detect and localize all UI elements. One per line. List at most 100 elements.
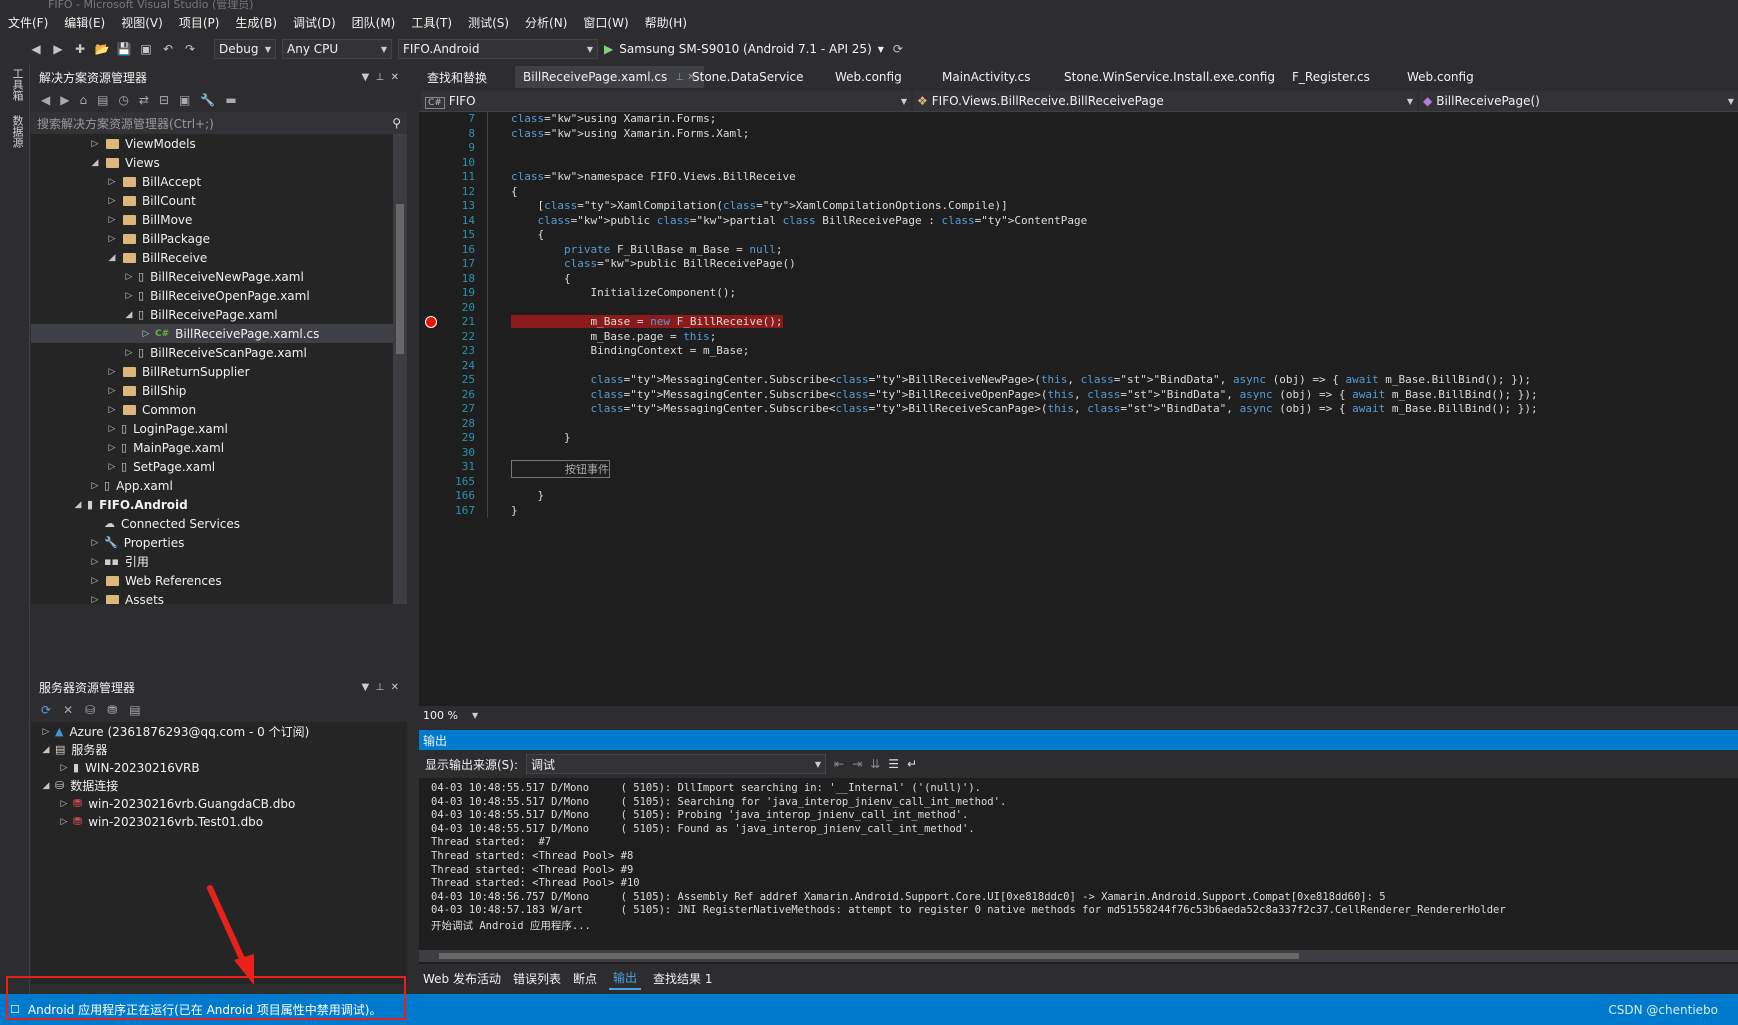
azure-connect-icon[interactable]: ▤ — [129, 703, 140, 717]
word-wrap-icon[interactable]: ↵ — [907, 757, 917, 771]
expanded-icon[interactable]: ◢ — [88, 158, 102, 168]
expanded-icon[interactable]: ◢ — [39, 781, 53, 791]
dropdown-icon[interactable]: ▼ — [361, 682, 369, 693]
tree-item[interactable]: ◢ ▯ BillReceivePage.xaml — [122, 305, 278, 324]
show-all-files-icon[interactable]: ▣ — [179, 93, 190, 107]
expanded-icon[interactable]: ◢ — [71, 500, 85, 510]
collapsed-icon[interactable]: ▷ — [88, 576, 102, 586]
output-hscrollbar[interactable] — [419, 950, 1738, 962]
menu-item[interactable]: 分析(N) — [525, 14, 567, 31]
tree-item[interactable]: ▷ ▪▪ 引用 — [88, 552, 149, 571]
go-to-next-icon[interactable]: ⇥ — [852, 757, 862, 771]
tree-item[interactable]: ☁ Connected Services — [88, 514, 240, 533]
solution-scrollbar[interactable] — [393, 134, 407, 604]
tree-item[interactable]: ◢ BillReceive — [105, 248, 208, 267]
collapse-all-icon[interactable]: ⊟ — [159, 93, 169, 107]
class-nav-dropdown[interactable]: ❖ FIFO.Views.BillReceive.BillReceivePage ▼ — [913, 91, 1417, 111]
tree-item[interactable]: ◢ Views — [88, 153, 160, 172]
tree-item[interactable]: ▷ BillReturnSupplier — [105, 362, 250, 381]
redo-icon[interactable]: ↷ — [182, 41, 198, 57]
tree-item[interactable]: ▷ BillShip — [105, 381, 187, 400]
document-tab[interactable]: Stone.DataService — [684, 66, 811, 88]
document-tab[interactable]: F_Register.cs — [1284, 66, 1378, 88]
tree-item[interactable]: ◢ ▮ FIFO.Android — [71, 495, 188, 514]
menu-item[interactable]: 视图(V) — [121, 14, 163, 31]
server-tree-item[interactable]: ◢ ▤ 服务器 — [39, 740, 108, 759]
tree-item[interactable]: ▷ Common — [105, 400, 197, 419]
server-tree-item[interactable]: ▷ ▮ WIN-20230216VRB — [57, 758, 200, 777]
dropdown-icon[interactable]: ▼ — [361, 72, 369, 83]
refresh-icon[interactable]: ⟳ — [890, 41, 906, 57]
bottom-tab[interactable]: Web 发布活动 — [423, 970, 501, 987]
collapsed-icon[interactable]: ▷ — [88, 481, 102, 491]
tree-item[interactable]: ▷ BillMove — [105, 210, 193, 229]
start-debug-icon[interactable]: ▶ — [604, 42, 613, 56]
menu-item[interactable]: 窗口(W) — [583, 14, 628, 31]
collapsed-icon[interactable]: ▷ — [88, 538, 102, 548]
project-nav-dropdown[interactable]: C# FIFO ▼ — [421, 91, 911, 111]
zoom-level[interactable]: 100 % — [423, 709, 458, 722]
switch-view-icon[interactable]: ▤ — [97, 93, 108, 107]
datasources-tab[interactable]: 数据源 — [9, 115, 25, 148]
pin-icon[interactable]: ⊥ — [376, 682, 385, 693]
close-icon[interactable]: ✕ — [391, 72, 399, 83]
code-editor[interactable]: 7 class="kw">using Xamarin.Forms; 8 class="… — [419, 112, 1738, 706]
document-tab[interactable]: MainActivity.cs — [934, 66, 1038, 88]
collapsed-icon[interactable]: ▷ — [105, 462, 119, 472]
go-to-previous-icon[interactable]: ⇤ — [834, 757, 844, 771]
collapsed-icon[interactable]: ▷ — [105, 443, 119, 453]
document-tab[interactable]: Web.config — [1399, 66, 1482, 88]
menu-item[interactable]: 文件(F) — [8, 14, 48, 31]
document-tab[interactable]: Stone.WinService.Install.exe.config — [1056, 66, 1283, 88]
tree-item[interactable]: ▷ Assets — [88, 590, 164, 604]
save-all-icon[interactable]: ▣ — [138, 41, 154, 57]
collapsed-icon[interactable]: ▷ — [122, 272, 136, 282]
server-tree-item[interactable]: ▷ ⛃ win-20230216vrb.GuangdaCB.dbo — [57, 794, 296, 813]
collapsed-icon[interactable]: ▷ — [105, 234, 119, 244]
tree-item[interactable]: ▷ 🔧 Properties — [88, 533, 185, 552]
collapsed-icon[interactable]: ▷ — [105, 367, 119, 377]
connect-server-icon[interactable]: ⛃ — [107, 703, 117, 717]
config-dropdown[interactable]: Debug ▼ — [214, 39, 276, 59]
collapsed-icon[interactable]: ▷ — [105, 405, 119, 415]
preview-icon[interactable]: ▬ — [225, 93, 236, 107]
connect-db-icon[interactable]: ⛁ — [85, 703, 95, 717]
menu-item[interactable]: 编辑(E) — [64, 14, 105, 31]
document-tab[interactable]: BillReceivePage.xaml.cs ⊥ ✕ — [515, 66, 704, 88]
clear-all-icon[interactable]: ☰ — [888, 757, 899, 771]
tree-item[interactable]: ▷ BillAccept — [105, 172, 202, 191]
output-source-dropdown[interactable]: 调试 ▼ — [526, 754, 827, 774]
menu-item[interactable]: 项目(P) — [179, 14, 220, 31]
platform-dropdown[interactable]: Any CPU ▼ — [282, 39, 392, 59]
tree-item[interactable]: ▷ BillCount — [105, 191, 196, 210]
collapsed-icon[interactable]: ▷ — [105, 386, 119, 396]
tree-item[interactable]: ▷ C# BillReceivePage.xaml.cs — [31, 324, 393, 343]
toolbox-tab[interactable]: 工具箱 — [9, 68, 25, 101]
stop-icon[interactable]: ✕ — [63, 703, 73, 717]
menu-item[interactable]: 测试(S) — [468, 14, 509, 31]
back-icon[interactable]: ◀ — [41, 93, 50, 107]
tree-item[interactable]: ▷ ▯ App.xaml — [88, 476, 173, 495]
collapsed-icon[interactable]: ▷ — [57, 817, 71, 827]
tree-item[interactable]: ▷ ▯ BillReceiveNewPage.xaml — [122, 267, 304, 286]
properties-icon[interactable]: 🔧 — [200, 93, 215, 107]
collapsed-icon[interactable]: ▷ — [122, 291, 136, 301]
collapsed-icon[interactable]: ▷ — [39, 727, 53, 737]
collapsed-icon[interactable]: ▷ — [105, 196, 119, 206]
forward-icon[interactable]: ▶ — [60, 93, 69, 107]
collapsed-icon[interactable]: ▷ — [57, 799, 71, 809]
expanded-icon[interactable]: ◢ — [39, 745, 53, 755]
bottom-tab[interactable]: 断点 — [573, 970, 597, 987]
sync-icon[interactable]: ⇄ — [139, 93, 149, 107]
collapsed-icon[interactable]: ▷ — [88, 595, 102, 605]
breakpoint-icon[interactable] — [425, 316, 437, 328]
refresh-icon[interactable]: ⟳ — [41, 703, 51, 717]
output-text-area[interactable]: 04-03 10:48:55.517 D/Mono ( 5105): DllIm… — [419, 778, 1738, 964]
collapsed-icon[interactable]: ▷ — [105, 177, 119, 187]
collapsed-icon[interactable]: ▷ — [88, 557, 102, 567]
back-icon[interactable]: ◀ — [28, 41, 44, 57]
document-tab[interactable]: 查找和替换 — [419, 66, 495, 88]
collapsed-icon[interactable]: ▷ — [105, 424, 119, 434]
pending-changes-icon[interactable]: ◷ — [118, 93, 128, 107]
menu-item[interactable]: 生成(B) — [235, 14, 277, 31]
